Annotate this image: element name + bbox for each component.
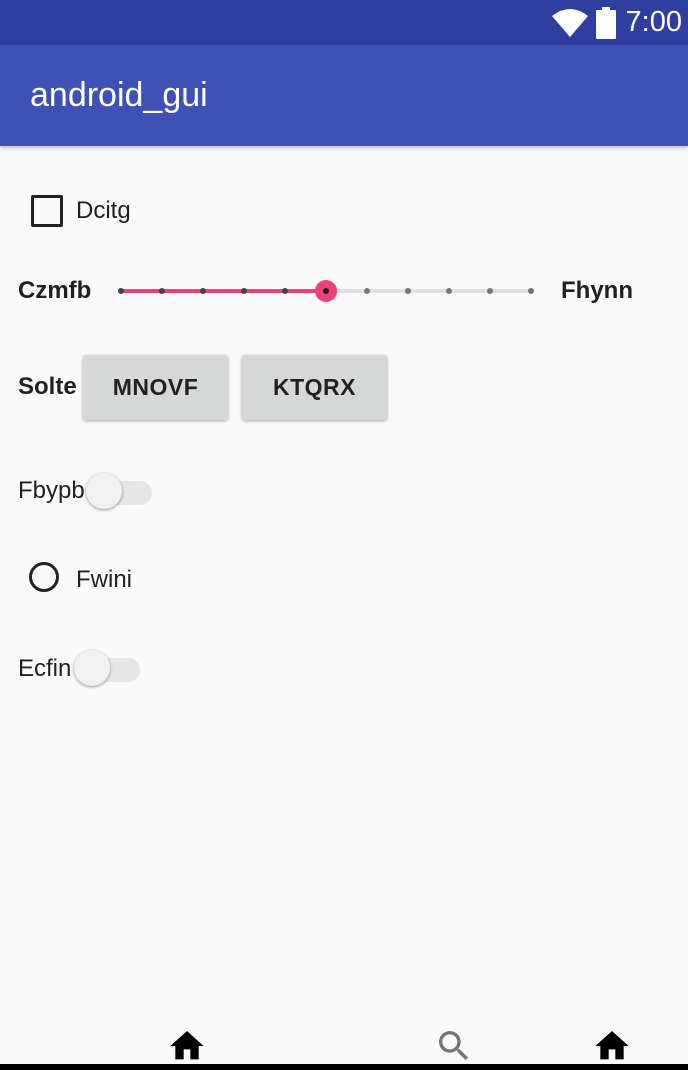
checkbox[interactable] [31,195,63,227]
status-time: 7:00 [625,6,682,38]
bottom-nav [0,1016,688,1070]
seekbar-tick [405,288,411,294]
seekbar[interactable] [110,276,540,306]
seekbar-tick [282,288,288,294]
switch-1-thumb [86,473,122,509]
seekbar-tick [200,288,206,294]
seekbar-thumb-center [323,288,329,294]
battery-icon [595,6,616,39]
search-icon[interactable] [434,1026,474,1066]
switch-1[interactable] [86,473,152,513]
seekbar-tick [159,288,165,294]
radio-button[interactable] [29,562,59,592]
seekbar-tick [446,288,452,294]
switch-2-thumb [74,650,110,686]
seekbar-tick [487,288,493,294]
seekbar-tick [241,288,247,294]
system-nav-bar [0,1064,688,1070]
radio-label: Fwini [76,566,133,593]
buttons-row-label: Solte [18,373,77,400]
seekbar-tick [364,288,370,294]
seekbar-right-label: Fhynn [561,277,633,304]
seekbar-tick [528,288,534,294]
switch-1-label: Fbypb [18,477,85,504]
status-icons: 7:00 [551,0,682,45]
app-title: android_gui [30,76,208,114]
seekbar-tick [118,288,124,294]
ktqrx-button[interactable]: KTQRX [242,355,387,420]
status-bar: 7:00 [0,0,688,45]
checkbox-label: Dcitg [76,197,131,224]
app-bar: android_gui [0,45,688,146]
seekbar-left-label: Czmfb [18,277,92,304]
wifi-icon [551,8,588,37]
mnovf-button[interactable]: MNOVF [83,355,228,420]
home-icon[interactable] [167,1026,207,1066]
switch-2-label: Ecfin [18,655,72,682]
switch-2[interactable] [74,650,140,690]
home-icon[interactable] [592,1026,632,1066]
